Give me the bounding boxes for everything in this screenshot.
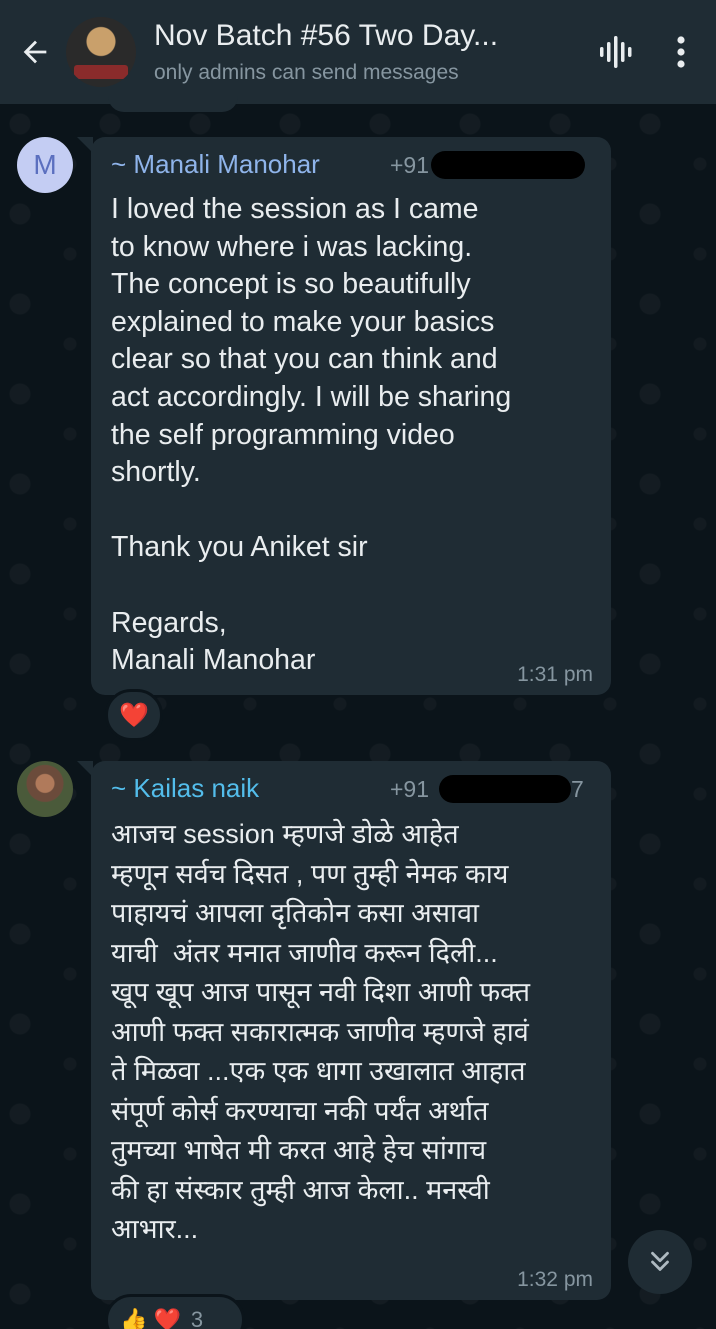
avatar[interactable] bbox=[17, 761, 73, 817]
audio-wave-icon bbox=[600, 36, 632, 68]
voice-chat-button[interactable] bbox=[586, 0, 646, 104]
sender-phone: +91 bbox=[390, 776, 430, 802]
chat-header: Nov Batch #56 Two Day... only admins can… bbox=[0, 0, 716, 104]
message-bubble[interactable]: ~ Kailas naik +91 7 आजच session म्हणजे ड… bbox=[77, 761, 611, 1300]
reaction-pill[interactable]: ❤️ bbox=[105, 689, 163, 741]
reaction-emojis: 👍 ❤️ bbox=[120, 1307, 181, 1329]
more-vertical-icon bbox=[677, 36, 685, 68]
group-title: Nov Batch #56 Two Day... bbox=[154, 19, 499, 52]
scroll-to-bottom-button[interactable] bbox=[628, 1230, 692, 1294]
sender-name[interactable]: ~ Manali Manohar bbox=[111, 149, 320, 180]
chat-title-area[interactable]: Nov Batch #56 Two Day... only admins can… bbox=[154, 19, 586, 85]
avatar[interactable]: M bbox=[17, 137, 73, 193]
message-bubble[interactable]: ~ Manali Manohar +91 I loved the session… bbox=[77, 137, 611, 695]
sender-name[interactable]: ~ Kailas naik bbox=[111, 773, 259, 804]
redacted-phone bbox=[439, 775, 571, 803]
avatar-letter: M bbox=[33, 149, 57, 180]
chevron-double-down-icon bbox=[651, 1251, 669, 1271]
menu-button[interactable] bbox=[646, 0, 716, 104]
message-time: 1:32 pm bbox=[517, 1268, 593, 1291]
back-button[interactable] bbox=[0, 0, 66, 104]
redacted-phone bbox=[431, 151, 585, 179]
message-time: 1:31 pm bbox=[517, 663, 593, 686]
previous-message-reactions[interactable] bbox=[108, 96, 238, 112]
message-text: I loved the session as I came to know wh… bbox=[111, 193, 512, 677]
message-text: आजच session म्हणजे डोळे आहेत म्हणून सर्व… bbox=[111, 819, 531, 1244]
sender-phone-tail: 7 bbox=[571, 776, 584, 802]
group-subtitle: only admins can send messages bbox=[154, 61, 459, 84]
heart-reaction: ❤️ bbox=[119, 701, 149, 729]
group-avatar[interactable] bbox=[66, 17, 136, 87]
sender-phone: +91 bbox=[390, 152, 430, 178]
arrow-left-icon bbox=[23, 40, 47, 64]
reaction-pill[interactable]: 👍 ❤️ 3 bbox=[105, 1294, 245, 1329]
reaction-count: 3 bbox=[190, 1307, 204, 1329]
